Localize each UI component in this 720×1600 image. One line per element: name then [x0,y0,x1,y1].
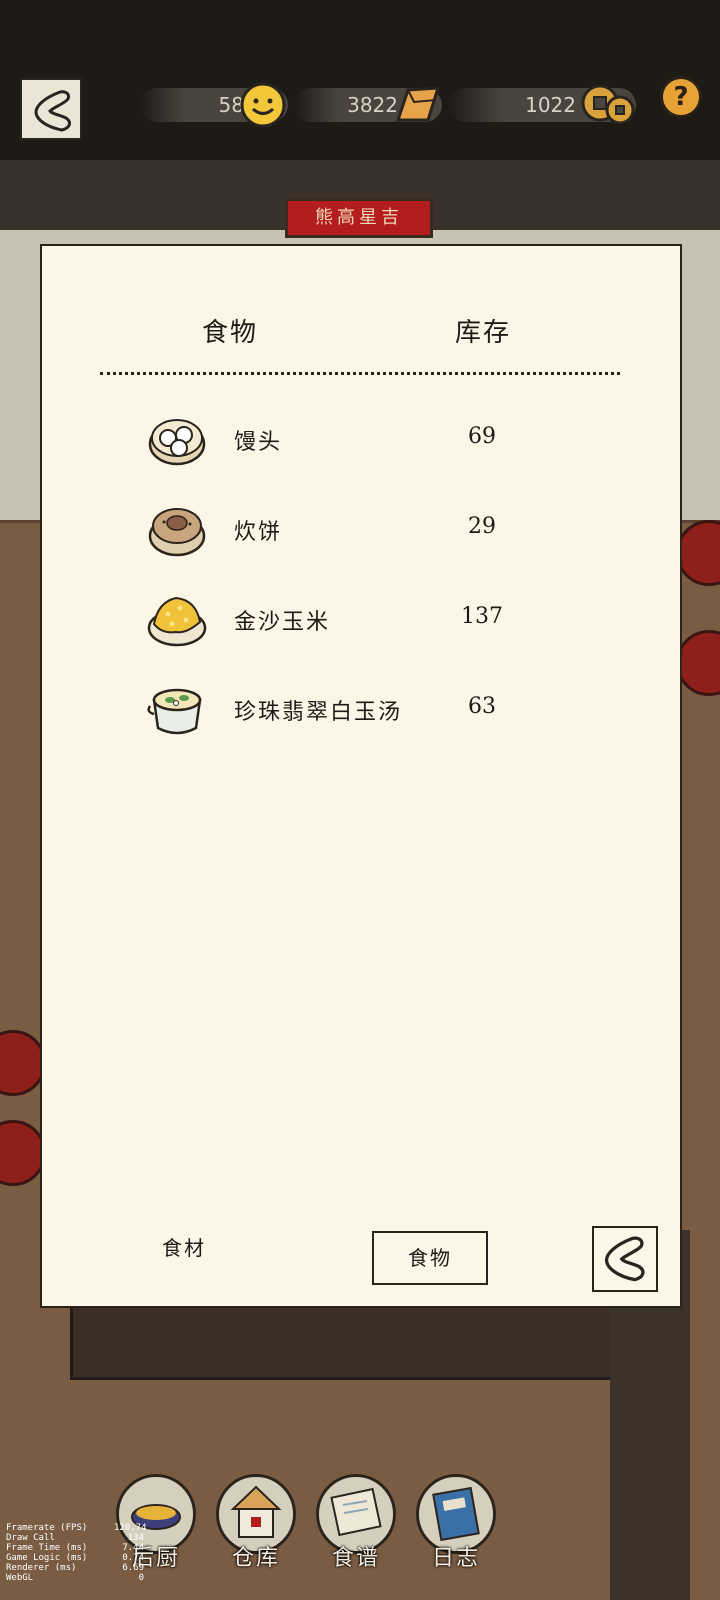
red-flower-decoration [676,520,720,586]
coin-counter: 1022 [448,84,636,125]
red-flower-decoration [676,630,720,696]
flatbread-icon [148,508,206,557]
debug-value: 134 [127,1533,144,1543]
debug-key: Renderer (ms) [6,1563,77,1573]
column-header-stock: 库存 [455,318,512,348]
debug-key: Game Logic (ms) [6,1553,88,1563]
nav-label-journal: 日志 [431,1546,480,1571]
status-bar: 58 3822 1022 ? [0,0,720,160]
debug-key: Draw Call [6,1533,55,1543]
debug-value: 0 [138,1573,144,1583]
header-divider [100,372,620,375]
list-item[interactable]: 炊饼 29 [42,498,682,568]
inventory-dialog: 食物 库存 馒头 69 炊饼 29 金沙玉米 137 珍珠翡翠白玉汤 63 食材… [40,244,682,1308]
golden-corn-icon [147,596,207,647]
pearl-jade-soup-icon [147,688,202,735]
steamed-buns-icon [148,419,206,466]
debug-value: 120.74 [114,1523,147,1533]
smiley-icon [240,82,286,128]
debug-key: Framerate (FPS) [6,1523,88,1533]
food-stock: 137 [461,604,503,629]
gold-value: 3822 [347,93,398,117]
food-name: 馒头 [234,430,283,455]
tab-ingredients[interactable]: 食材 [162,1232,206,1261]
help-button[interactable]: ? [660,76,702,118]
coins-icon [581,84,635,125]
gold-ingot-icon [395,86,441,122]
list-item[interactable]: 珍珠翡翠白玉汤 63 [42,678,682,748]
happiness-counter: 58 [140,82,288,128]
list-item[interactable]: 馒头 69 [42,408,682,478]
debug-value: 7.44 [122,1543,144,1553]
counter [70,1300,630,1380]
debug-line: Frame Time (ms) 7.44 [6,1543,144,1553]
debug-line: Game Logic (ms) 0.74 [6,1553,144,1563]
debug-key: Frame Time (ms) [6,1543,88,1553]
debug-value: 0.74 [122,1553,144,1563]
back-arrow-icon [34,90,71,132]
back-button[interactable] [20,78,82,140]
debug-stats: Framerate (FPS) 120.74 Draw Call 134 Frame… [6,1523,147,1583]
debug-key: WebGL [6,1573,34,1583]
coins-value: 1022 [525,93,576,117]
debug-line: Framerate (FPS) 120.74 [6,1523,147,1533]
debug-line: WebGL 0 [6,1573,144,1583]
shop-sign: 熊高星吉 [285,198,433,238]
food-name: 珍珠翡翠白玉汤 [234,700,403,725]
debug-line: Renderer (ms) 6.69 [6,1563,144,1573]
food-stock: 69 [468,424,496,449]
list-item[interactable]: 金沙玉米 137 [42,588,682,658]
food-name: 炊饼 [234,520,283,545]
food-stock: 29 [468,514,496,539]
gold-counter: 3822 [294,86,442,122]
column-header-food: 食物 [202,318,259,348]
back-arrow-icon [604,1236,645,1282]
food-stock: 63 [468,694,496,719]
tab-food[interactable]: 食物 [372,1231,488,1285]
nav-label-warehouse: 仓库 [231,1546,280,1571]
nav-label-recipes: 食谱 [331,1546,380,1571]
debug-line: Draw Call 134 [6,1533,144,1543]
food-name: 金沙玉米 [234,610,331,635]
close-dialog-button[interactable] [592,1226,658,1292]
debug-value: 6.69 [122,1563,144,1573]
